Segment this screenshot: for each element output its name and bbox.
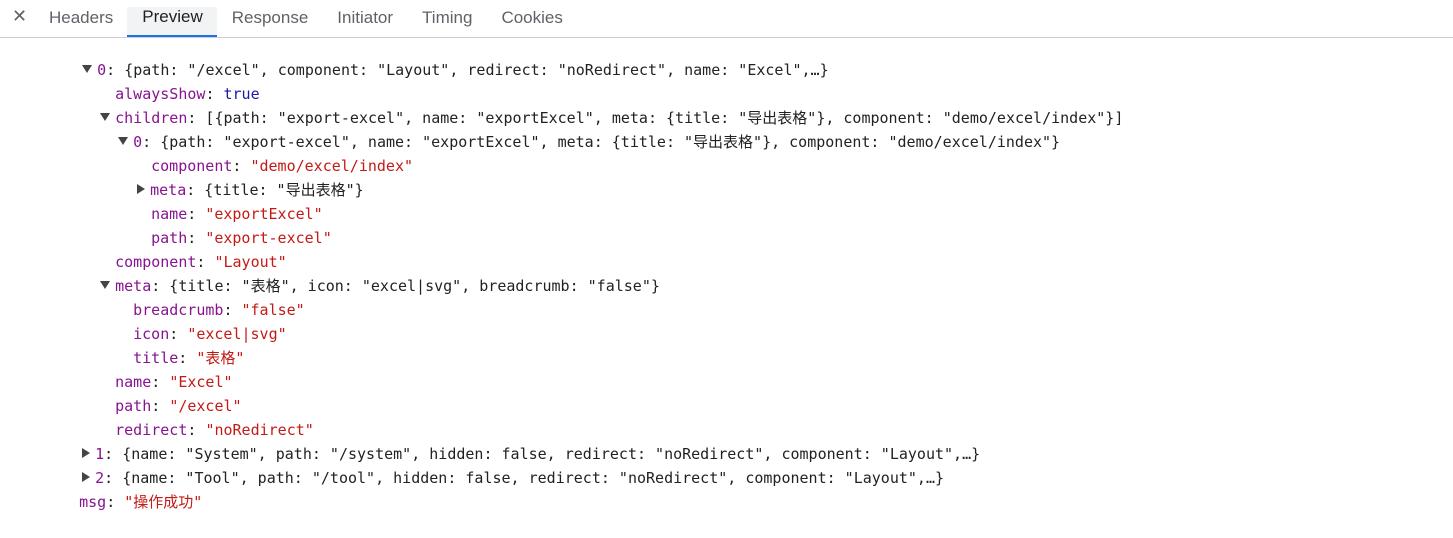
tab-headers[interactable]: Headers bbox=[34, 7, 127, 37]
tree-row-title: title: "表格" bbox=[133, 349, 245, 367]
tree-key: msg bbox=[79, 493, 107, 511]
tab-response[interactable]: Response bbox=[217, 7, 323, 37]
close-icon[interactable]: ✕ bbox=[12, 6, 27, 27]
tree-row-meta[interactable]: meta: {title: "表格", icon: "excel|svg", b… bbox=[64, 250, 660, 295]
tree-row-breadcrumb: breadcrumb: "false" bbox=[133, 301, 305, 319]
tree-row-child-path: path: "export-excel" bbox=[151, 229, 332, 247]
devtools-tabbar: ✕ Headers Preview Response Initiator Tim… bbox=[0, 0, 1453, 38]
tree-row-child-component: component: "demo/excel/index" bbox=[151, 157, 414, 175]
tree-value: "操作成功" bbox=[124, 493, 203, 511]
tree-row-component: component: "Layout" bbox=[115, 253, 287, 271]
tab-initiator[interactable]: Initiator bbox=[322, 7, 407, 37]
tree-row-children[interactable]: children: [{path: "export-excel", name: … bbox=[64, 82, 1123, 127]
tree-row-child-name: name: "exportExcel" bbox=[151, 205, 323, 223]
tree-row-msg: msg: "操作成功" bbox=[79, 493, 203, 511]
tab-timing[interactable]: Timing bbox=[407, 7, 486, 37]
tree-summary: : {name: "Tool", path: "/tool", hidden: … bbox=[104, 469, 945, 487]
tree-row-child-meta[interactable]: meta: {title: "导出表格"} bbox=[101, 154, 364, 199]
tree-row-path: path: "/excel" bbox=[115, 397, 242, 415]
tree-row-icon: icon: "excel|svg" bbox=[133, 325, 287, 343]
tree-row-child-0[interactable]: 0: {path: "export-excel", name: "exportE… bbox=[82, 106, 1060, 151]
tab-cookies[interactable]: Cookies bbox=[486, 7, 576, 37]
tab-preview[interactable]: Preview bbox=[127, 7, 217, 37]
tab-list: Headers Preview Response Initiator Timin… bbox=[34, 7, 577, 37]
tree-row-redirect: redirect: "noRedirect" bbox=[115, 421, 314, 439]
tree-row-name: name: "Excel" bbox=[115, 373, 233, 391]
tree-row-1[interactable]: 1: {name: "System", path: "/system", hid… bbox=[46, 418, 980, 463]
tree-row-alwaysshow: alwaysShow: true bbox=[115, 85, 260, 103]
tree-row-0[interactable]: 0: {path: "/excel", component: "Layout",… bbox=[46, 34, 829, 79]
tree-row-2[interactable]: 2: {name: "Tool", path: "/tool", hidden:… bbox=[46, 442, 944, 487]
